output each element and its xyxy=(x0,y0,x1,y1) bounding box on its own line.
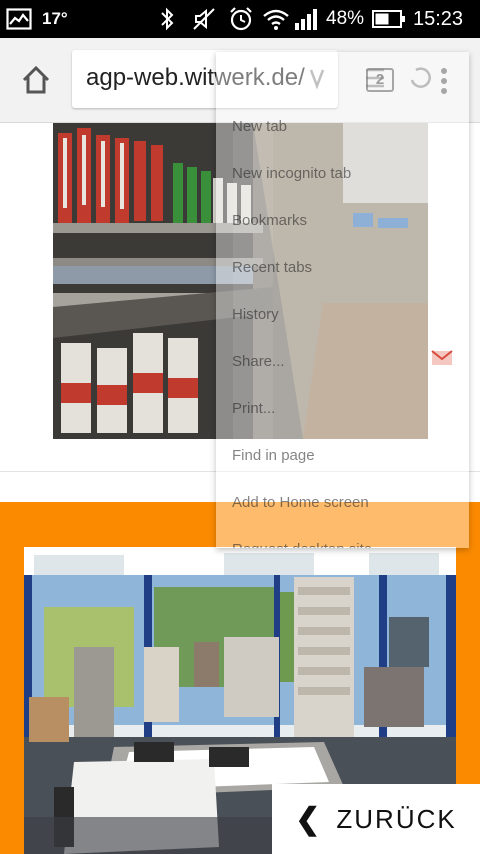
menu-item-add-to-home-screen[interactable]: Add to Home screen xyxy=(232,494,369,511)
wifi-icon xyxy=(262,0,290,38)
overflow-menu: New tab New incognito tab Bookmarks Rece… xyxy=(216,52,469,548)
bluetooth-icon xyxy=(159,0,175,38)
back-button[interactable]: ❮ ZURÜCK xyxy=(272,784,480,854)
signal-icon xyxy=(294,0,320,38)
battery-icon xyxy=(372,0,406,38)
silent-icon xyxy=(192,0,216,38)
status-bar: 17° 48% 15:23 xyxy=(0,0,480,38)
home-icon xyxy=(22,65,50,94)
menu-item-print[interactable]: Print... xyxy=(232,400,275,417)
menu-item-bookmarks[interactable]: Bookmarks xyxy=(232,212,307,229)
forward-icon xyxy=(309,69,325,90)
chevron-left-icon: ❮ xyxy=(295,802,323,836)
menu-item-recent-tabs[interactable]: Recent tabs xyxy=(232,259,312,276)
home-button[interactable] xyxy=(16,60,56,100)
menu-item-find-in-page[interactable]: Find in page xyxy=(232,447,315,464)
menu-item-history[interactable]: History xyxy=(232,306,279,323)
gallery-icon xyxy=(6,0,32,38)
temperature-label: 17° xyxy=(42,9,68,28)
menu-item-new-tab[interactable]: New tab xyxy=(232,118,287,135)
clock-label: 15:23 xyxy=(413,7,464,30)
menu-top-icons xyxy=(216,52,469,112)
refresh-icon xyxy=(410,67,431,88)
alarm-icon xyxy=(228,0,254,38)
gmail-icon xyxy=(431,350,453,366)
back-button-label: ZURÜCK xyxy=(336,803,457,834)
battery-percent-label: 48% xyxy=(326,8,365,29)
menu-item-share[interactable]: Share... xyxy=(232,353,285,370)
bookmark-star-icon xyxy=(366,68,384,88)
menu-item-new-incognito-tab[interactable]: New incognito tab xyxy=(232,165,351,182)
